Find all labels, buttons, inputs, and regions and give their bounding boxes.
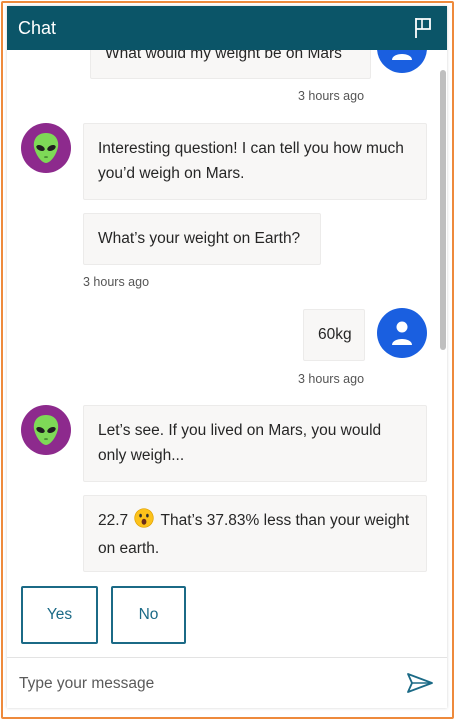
user-message: 60kg xyxy=(303,309,365,361)
message-composer xyxy=(7,657,447,708)
chat-panel: Chat What would my weight be on Mars 3 h… xyxy=(7,6,447,708)
alien-icon xyxy=(33,133,59,163)
alien-icon xyxy=(33,415,59,445)
flag-icon[interactable] xyxy=(411,16,435,40)
header-title: Chat xyxy=(18,17,57,38)
bot-message: What’s your weight on Earth? xyxy=(83,213,321,265)
message-input[interactable] xyxy=(19,670,389,698)
bot-message: 22.7 That’s 37.83% less than your weight… xyxy=(83,495,427,572)
message-scrollbar[interactable] xyxy=(440,70,446,350)
chat-header: Chat xyxy=(7,6,447,50)
bot-avatar xyxy=(21,405,71,455)
user-avatar xyxy=(377,308,427,358)
person-icon xyxy=(392,54,412,60)
person-icon xyxy=(392,321,412,345)
message-timestamp: 3 hours ago xyxy=(298,372,365,386)
yes-button[interactable]: Yes xyxy=(21,586,98,644)
astonished-face-emoji xyxy=(134,508,155,536)
message-timestamp: 3 hours ago xyxy=(298,89,365,103)
user-avatar xyxy=(377,50,427,73)
suggested-actions: Yes No xyxy=(7,586,447,656)
send-icon[interactable] xyxy=(405,671,435,695)
user-message: What would my weight be on Mars xyxy=(90,50,371,79)
bot-message: Let’s see. If you lived on Mars, you wou… xyxy=(83,405,427,482)
message-list: What would my weight be on Mars 3 hours … xyxy=(7,50,447,618)
bot-message: Interesting question! I can tell you how… xyxy=(83,123,427,200)
message-timestamp: 3 hours ago xyxy=(83,275,150,289)
no-button[interactable]: No xyxy=(111,586,186,644)
bot-avatar xyxy=(21,123,71,173)
